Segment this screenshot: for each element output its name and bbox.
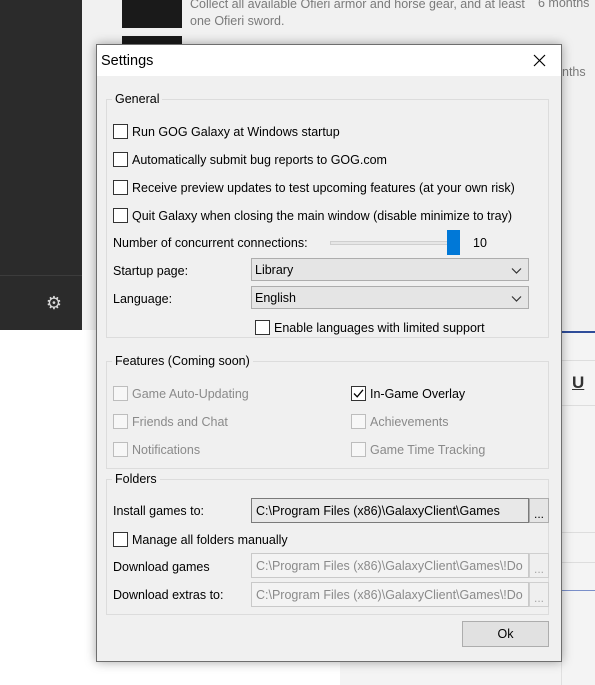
- submit-bug-reports-label: Automatically submit bug reports to GOG.…: [132, 152, 387, 167]
- close-icon: [533, 54, 545, 67]
- in-game-overlay-checkbox[interactable]: In-Game Overlay: [351, 386, 465, 401]
- ok-button[interactable]: Ok: [462, 621, 549, 647]
- divider: [561, 405, 595, 406]
- divider: [561, 532, 595, 533]
- ok-label: Ok: [497, 627, 514, 641]
- limited-languages-checkbox[interactable]: Enable languages with limited support: [255, 320, 485, 335]
- time-tracking-label: Game Time Tracking: [370, 442, 486, 457]
- underline-icon[interactable]: U: [572, 373, 584, 393]
- checkbox-box[interactable]: [351, 442, 366, 457]
- divider: [561, 562, 595, 563]
- download-games-label: Download games: [113, 560, 210, 574]
- language-value: English: [255, 290, 296, 305]
- download-games-path-value: C:\Program Files (x86)\GalaxyClient\Game…: [256, 558, 523, 573]
- language-select[interactable]: English: [251, 286, 529, 309]
- achievement-description: Collect all available Ofieri armor and h…: [190, 0, 525, 28]
- browse-label: ...: [533, 507, 544, 521]
- download-extras-browse-button[interactable]: ...: [529, 582, 549, 607]
- checkbox-box[interactable]: [113, 532, 128, 547]
- submit-bug-reports-checkbox[interactable]: Automatically submit bug reports to GOG.…: [113, 152, 387, 167]
- download-extras-path-field[interactable]: C:\Program Files (x86)\GalaxyClient\Game…: [251, 582, 529, 607]
- gear-icon[interactable]: ⚙: [44, 294, 64, 314]
- friends-chat-label: Friends and Chat: [132, 414, 228, 429]
- auto-updating-label: Game Auto-Updating: [132, 386, 249, 401]
- settings-dialog: Settings General Run GOG Galaxy at Windo…: [96, 44, 562, 662]
- checkbox-box[interactable]: [113, 208, 128, 223]
- chevron-down-icon: [511, 296, 522, 302]
- download-games-path-field[interactable]: C:\Program Files (x86)\GalaxyClient\Game…: [251, 553, 529, 578]
- app-sidebar: [0, 0, 82, 330]
- run-at-startup-label: Run GOG Galaxy at Windows startup: [132, 124, 340, 139]
- install-path-value: C:\Program Files (x86)\GalaxyClient\Game…: [256, 503, 500, 518]
- footer-strip: [340, 662, 561, 685]
- panel-accent-line: [561, 590, 595, 591]
- checkbox-box[interactable]: [113, 152, 128, 167]
- quit-on-close-label: Quit Galaxy when closing the main window…: [132, 208, 513, 223]
- panel-accent-line: [561, 331, 595, 333]
- startup-page-select[interactable]: Library: [251, 258, 529, 281]
- connections-label: Number of concurrent connections:: [113, 236, 308, 250]
- startup-page-label: Startup page:: [113, 264, 189, 278]
- checkbox-box[interactable]: [113, 414, 128, 429]
- connections-slider-track[interactable]: [330, 241, 460, 245]
- in-game-overlay-label: In-Game Overlay: [370, 386, 466, 401]
- preview-updates-label: Receive preview updates to test upcoming…: [132, 180, 515, 195]
- quit-on-close-checkbox[interactable]: Quit Galaxy when closing the main window…: [113, 208, 512, 223]
- friends-chat-checkbox[interactable]: Friends and Chat: [113, 414, 228, 429]
- checkmark-icon: [353, 389, 364, 398]
- checkbox-box[interactable]: [113, 442, 128, 457]
- download-extras-label: Download extras to:: [113, 588, 224, 602]
- checkbox-box[interactable]: [351, 386, 366, 401]
- checkbox-box[interactable]: [255, 320, 270, 335]
- dialog-title: Settings: [101, 53, 154, 69]
- install-browse-button[interactable]: ...: [529, 498, 549, 523]
- notifications-label: Notifications: [132, 442, 201, 457]
- preview-updates-checkbox[interactable]: Receive preview updates to test upcoming…: [113, 180, 529, 195]
- connections-slider-thumb[interactable]: [447, 230, 460, 255]
- chevron-down-icon: [511, 268, 522, 274]
- checkbox-box[interactable]: [351, 414, 366, 429]
- language-label: Language:: [113, 292, 173, 306]
- checkbox-box[interactable]: [113, 180, 128, 195]
- download-extras-path-value: C:\Program Files (x86)\GalaxyClient\Game…: [256, 587, 523, 602]
- install-label: Install games to:: [113, 504, 205, 518]
- connections-value: 10: [473, 236, 487, 250]
- startup-page-value: Library: [255, 262, 294, 277]
- install-path-field[interactable]: C:\Program Files (x86)\GalaxyClient\Game…: [251, 498, 529, 523]
- notifications-checkbox[interactable]: Notifications: [113, 442, 200, 457]
- manage-manually-checkbox[interactable]: Manage all folders manually: [113, 532, 288, 547]
- auto-updating-checkbox[interactable]: Game Auto-Updating: [113, 386, 249, 401]
- checkbox-box[interactable]: [113, 386, 128, 401]
- achievement-time: 6 months: [538, 0, 590, 10]
- checkbox-box[interactable]: [113, 124, 128, 139]
- achievement-thumbnail: [122, 0, 182, 28]
- sidebar-divider: [0, 275, 82, 276]
- close-button[interactable]: [517, 45, 561, 76]
- manage-manually-label: Manage all folders manually: [132, 532, 288, 547]
- download-games-browse-button[interactable]: ...: [529, 553, 549, 578]
- browse-label: ...: [533, 562, 544, 576]
- features-group-label: Features (Coming soon): [112, 353, 253, 369]
- dialog-titlebar: Settings: [97, 45, 561, 76]
- limited-languages-label: Enable languages with limited support: [274, 320, 485, 335]
- run-at-startup-checkbox[interactable]: Run GOG Galaxy at Windows startup: [113, 124, 340, 139]
- time-tracking-checkbox[interactable]: Game Time Tracking: [351, 442, 485, 457]
- browse-label: ...: [533, 591, 544, 605]
- achievement-time: nths: [562, 65, 586, 79]
- general-group-label: General: [112, 91, 163, 107]
- divider: [561, 360, 595, 361]
- achievements-checkbox[interactable]: Achievements: [351, 414, 449, 429]
- achievements-label: Achievements: [370, 414, 449, 429]
- folders-group-label: Folders: [112, 471, 160, 487]
